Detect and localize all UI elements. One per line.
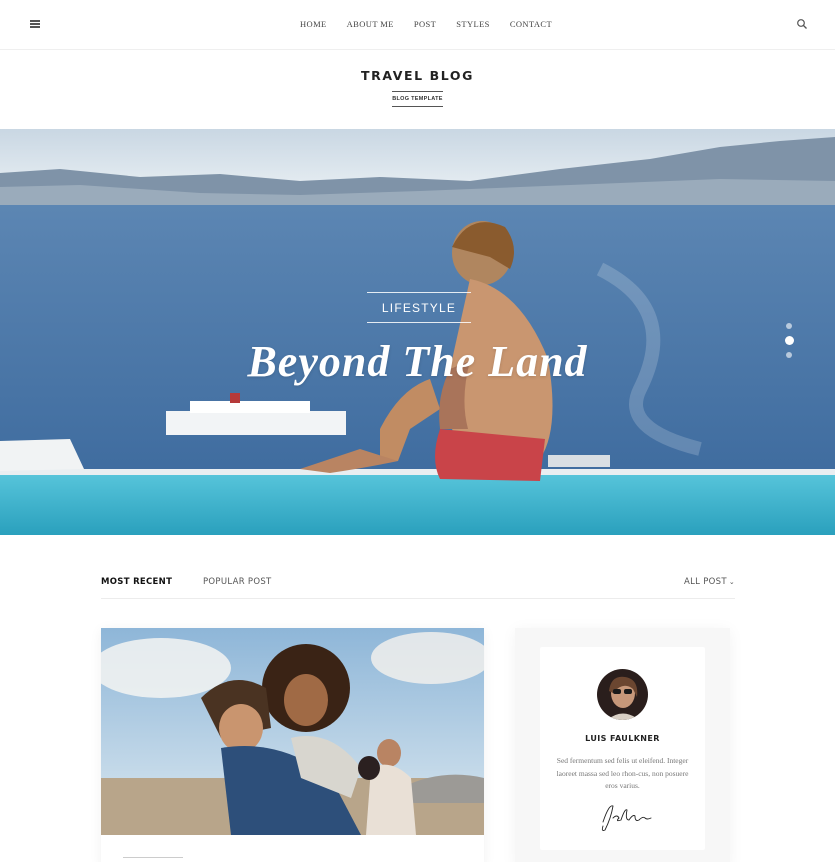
nav-item-styles[interactable]: STYLES <box>456 19 490 29</box>
site-subtitle-frame: BLOG TEMPLATE <box>392 91 443 107</box>
slider-dot-1[interactable] <box>786 323 792 329</box>
all-post-dropdown[interactable]: ALL POST ⌄ <box>684 577 735 587</box>
post-card[interactable] <box>101 628 484 862</box>
nav-item-home[interactable]: HOME <box>300 19 327 29</box>
hero-category-divider-top <box>367 292 471 293</box>
hero-category[interactable]: LIFESTYLE <box>367 301 471 315</box>
all-post-label: ALL POST <box>684 577 727 587</box>
author-widget: LUIS FAULKNER Sed fermentum sed felis ut… <box>540 647 705 850</box>
tab-most-recent[interactable]: MOST RECENT <box>101 577 172 587</box>
search-icon[interactable] <box>796 18 808 30</box>
nav-item-about-me[interactable]: ABOUT ME <box>347 19 394 29</box>
hero-category-divider-bottom <box>367 322 471 323</box>
post-filter-tabs: MOST RECENT POPULAR POST ALL POST ⌄ <box>101 571 735 599</box>
slider-dot-2-active[interactable] <box>784 336 794 345</box>
site-branding: TRAVEL BLOG BLOG TEMPLATE <box>0 50 835 129</box>
author-name: LUIS FAULKNER <box>585 734 660 743</box>
nav-item-post[interactable]: POST <box>414 19 436 29</box>
avatar-photo <box>597 669 648 720</box>
hero-image <box>0 129 835 535</box>
author-avatar[interactable] <box>597 669 648 720</box>
tab-popular-post[interactable]: POPULAR POST <box>203 577 272 587</box>
post-photo <box>101 628 484 835</box>
post-category-divider <box>123 857 183 858</box>
hamburger-menu-icon[interactable] <box>30 20 40 28</box>
top-navigation-bar: HOME ABOUT ME POST STYLES CONTACT <box>0 0 835 50</box>
hero-slider[interactable]: LIFESTYLE Beyond The Land <box>0 129 835 535</box>
chevron-down-icon: ⌄ <box>728 578 735 586</box>
slider-pagination <box>784 323 794 365</box>
slider-dot-3[interactable] <box>786 352 792 358</box>
site-subtitle: BLOG TEMPLATE <box>392 96 443 102</box>
author-signature <box>601 805 652 831</box>
sidebar: LUIS FAULKNER Sed fermentum sed felis ut… <box>515 628 730 862</box>
post-image[interactable] <box>101 628 484 835</box>
site-title[interactable]: TRAVEL BLOG <box>0 68 835 83</box>
hero-title[interactable]: Beyond The Land <box>0 336 835 387</box>
main-nav: HOME ABOUT ME POST STYLES CONTACT <box>300 19 572 29</box>
author-bio: Sed fermentum sed felis ut eleifend. Int… <box>556 756 689 790</box>
nav-item-contact[interactable]: CONTACT <box>510 19 552 29</box>
